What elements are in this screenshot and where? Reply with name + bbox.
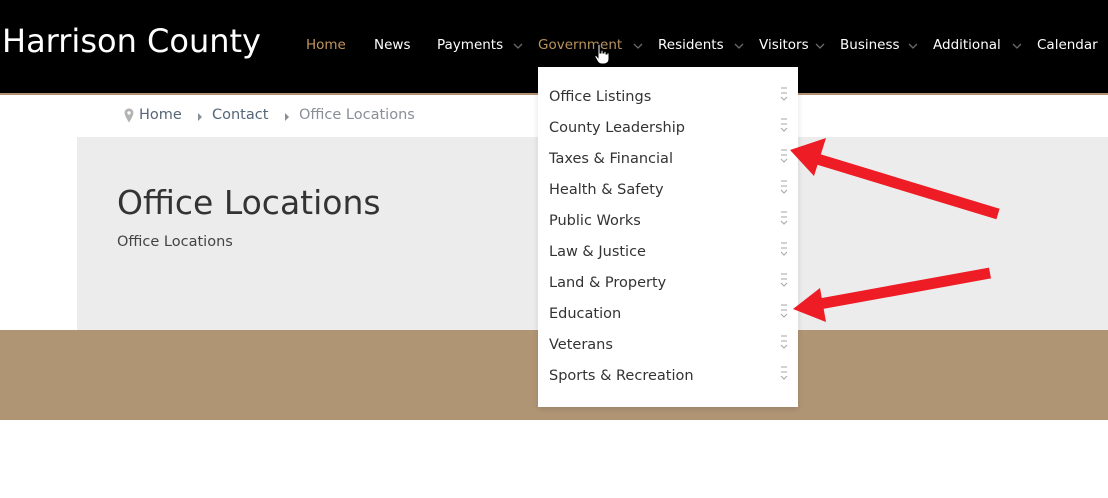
menu-item-education[interactable]: Education (538, 300, 798, 331)
nav-additional[interactable]: Additional (933, 37, 1001, 53)
menu-item-label: Veterans (549, 337, 613, 353)
menu-item-label: Education (549, 306, 622, 322)
nav-home[interactable]: Home (306, 37, 346, 53)
menu-item-veterans[interactable]: Veterans (538, 331, 798, 362)
expand-submenu-icon[interactable] (778, 147, 790, 167)
nav-residents[interactable]: Residents (658, 37, 724, 53)
hand-cursor-icon (594, 43, 610, 65)
menu-item-label: Taxes & Financial (549, 151, 673, 167)
nav-news[interactable]: News (374, 37, 410, 53)
menu-item-county-leadership[interactable]: County Leadership (538, 114, 798, 145)
menu-item-label: County Leadership (549, 120, 685, 136)
expand-submenu-icon[interactable] (778, 85, 790, 105)
page-subtitle: Office Locations (117, 234, 233, 250)
chevron-down-icon (633, 43, 643, 49)
menu-item-label: Land & Property (549, 275, 667, 291)
chevron-down-icon (908, 43, 918, 49)
expand-submenu-icon[interactable] (778, 116, 790, 136)
site-title[interactable]: Harrison County (2, 22, 261, 60)
menu-item-sports-recreation[interactable]: Sports & Recreation (538, 362, 798, 393)
chevron-down-icon (815, 43, 825, 49)
expand-submenu-icon[interactable] (778, 302, 790, 322)
government-dropdown-menu: Office Listings County Leadership Taxes … (538, 67, 798, 407)
menu-item-label: Law & Justice (549, 244, 646, 260)
nav-business[interactable]: Business (840, 37, 900, 53)
menu-item-health-safety[interactable]: Health & Safety (538, 176, 798, 207)
expand-submenu-icon[interactable] (778, 240, 790, 260)
breadcrumb-current: Office Locations (299, 107, 415, 123)
breadcrumb-separator-icon (198, 113, 202, 121)
expand-submenu-icon[interactable] (778, 333, 790, 353)
expand-submenu-icon[interactable] (778, 178, 790, 198)
breadcrumb-contact[interactable]: Contact (212, 107, 268, 123)
chevron-down-icon (1012, 43, 1022, 49)
menu-item-public-works[interactable]: Public Works (538, 207, 798, 238)
breadcrumb-home[interactable]: Home (139, 107, 182, 123)
nav-payments[interactable]: Payments (437, 37, 503, 53)
menu-item-label: Public Works (549, 213, 641, 229)
map-pin-icon (124, 108, 134, 123)
chevron-down-icon (513, 43, 523, 49)
menu-item-taxes-financial[interactable]: Taxes & Financial (538, 145, 798, 176)
nav-calendar[interactable]: Calendar (1037, 37, 1098, 53)
menu-item-office-listings[interactable]: Office Listings (538, 83, 798, 114)
expand-submenu-icon[interactable] (778, 364, 790, 384)
chevron-down-icon (734, 43, 744, 49)
page-title: Office Locations (117, 183, 381, 222)
menu-item-law-justice[interactable]: Law & Justice (538, 238, 798, 269)
menu-item-label: Sports & Recreation (549, 368, 694, 384)
breadcrumb-separator-icon (285, 113, 289, 121)
nav-visitors[interactable]: Visitors (759, 37, 809, 53)
menu-item-land-property[interactable]: Land & Property (538, 269, 798, 300)
expand-submenu-icon[interactable] (778, 209, 790, 229)
expand-submenu-icon[interactable] (778, 271, 790, 291)
menu-item-label: Health & Safety (549, 182, 664, 198)
menu-item-label: Office Listings (549, 89, 652, 105)
